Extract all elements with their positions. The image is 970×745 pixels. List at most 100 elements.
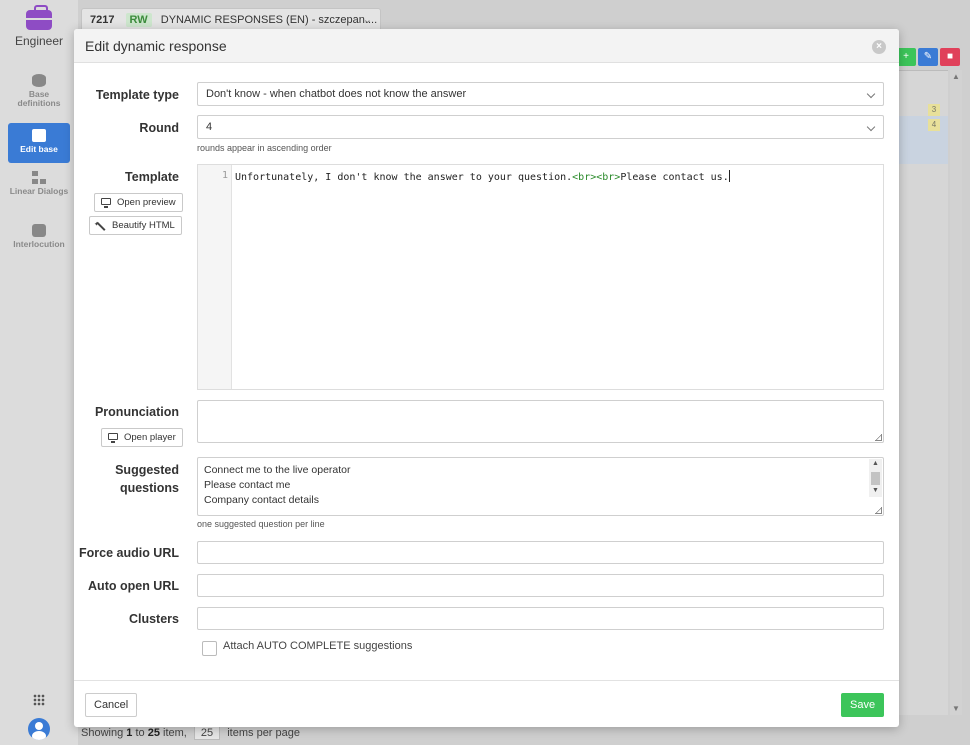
brand[interactable]: Engineer (0, 5, 78, 48)
app-sidebar: Engineer Base definitions Edit base Line… (0, 0, 78, 745)
brand-name: Engineer (14, 34, 64, 48)
table-row[interactable]: 4 (899, 116, 948, 164)
scroll-up-icon[interactable]: ▲ (952, 72, 960, 81)
line-number: 1 (221, 170, 228, 181)
magic-wand-icon (94, 217, 107, 234)
cancel-button[interactable]: Cancel (85, 693, 138, 717)
textarea-scrollbar[interactable]: ▲ ▼ (869, 459, 882, 497)
auto-open-url-label: Auto open URL (88, 579, 179, 593)
round-select[interactable]: 4 (197, 115, 884, 139)
pagination-to: 25 (147, 727, 160, 739)
user-avatar-icon[interactable] (28, 718, 50, 740)
beautify-html-label: Beautify HTML (112, 220, 175, 231)
open-preview-label: Open preview (117, 197, 176, 208)
round-badge: 4 (928, 119, 940, 131)
modal-footer: Cancel Save (74, 680, 899, 727)
template-type-select[interactable]: Don't know - when chatbot does not know … (197, 82, 884, 106)
background-table: 3 4 (899, 70, 948, 715)
table-icon (32, 129, 46, 142)
chevron-down-icon (866, 122, 876, 132)
suggested-questions-label: Suggested questions (115, 461, 179, 497)
sidebar-item-interlocution[interactable]: Interlocution (8, 224, 70, 264)
force-audio-url-input[interactable] (197, 541, 884, 564)
sidebar-item-label: Base definitions (17, 89, 61, 108)
scroll-down-icon[interactable]: ▼ (872, 487, 879, 494)
open-player-button[interactable]: Open player (101, 428, 183, 447)
chevron-down-icon: ⌄ (362, 14, 372, 26)
sidebar-item-base-definitions[interactable]: Base definitions (8, 74, 70, 114)
sidebar-item-label: Linear Dialogs (9, 186, 69, 196)
suggested-label-line2: questions (119, 481, 179, 495)
monitor-icon (101, 198, 111, 208)
suggested-question: Company contact details (204, 494, 319, 506)
pagination-prefix: Showing (81, 727, 124, 739)
resize-handle-icon[interactable] (875, 434, 882, 441)
apps-grid-icon[interactable] (33, 694, 45, 706)
template-label: Template (125, 170, 179, 184)
code-tail: Please contact us. (620, 172, 729, 183)
pagination: Showing 1 to 25 item, 25 items per page (81, 726, 300, 740)
beautify-html-button[interactable]: Beautify HTML (89, 216, 182, 235)
open-preview-button[interactable]: Open preview (94, 193, 183, 212)
pagination-suffix: item, (163, 727, 187, 739)
close-icon[interactable]: × (872, 40, 886, 54)
base-id: 7217 (90, 14, 115, 26)
sidebar-item-linear-dialogs[interactable]: Linear Dialogs (8, 171, 70, 211)
chat-bubble-icon (32, 224, 46, 237)
text-caret (728, 170, 730, 182)
autocomplete-checkbox[interactable] (202, 641, 217, 656)
per-page-label: items per page (227, 727, 300, 739)
chevron-down-icon (866, 89, 876, 99)
scroll-up-icon[interactable]: ▲ (872, 460, 879, 467)
html-tag: <br> (596, 172, 621, 183)
round-badge: 3 (928, 104, 940, 116)
sidebar-item-label: Edit base (20, 144, 58, 154)
html-tag: <br> (572, 172, 597, 183)
background-scrollbar[interactable]: ▲ ▼ (950, 70, 962, 715)
code-line: Unfortunately, I don't know the answer t… (235, 170, 730, 183)
flow-icon (32, 171, 46, 184)
access-badge: RW (125, 13, 152, 27)
background-toolbar: + ✎ ■ (894, 48, 960, 66)
open-player-label: Open player (124, 432, 176, 443)
database-icon (32, 74, 46, 87)
round-help-text: rounds appear in ascending order (197, 143, 332, 153)
save-button[interactable]: Save (841, 693, 885, 717)
suggested-questions-textarea[interactable]: Connect me to the live operator Please c… (197, 457, 884, 516)
add-icon[interactable]: + (896, 48, 916, 66)
line-gutter: 1 (198, 165, 232, 389)
delete-trash-icon[interactable]: ■ (940, 48, 960, 66)
modal-title: Edit dynamic response (85, 38, 227, 54)
force-audio-url-label: Force audio URL (78, 546, 179, 560)
edit-pencil-icon[interactable]: ✎ (918, 48, 938, 66)
suggested-help-text: one suggested question per line (197, 519, 325, 529)
round-value: 4 (206, 121, 213, 133)
pagination-to-word: to (135, 727, 145, 739)
auto-open-url-input[interactable] (197, 574, 884, 597)
sidebar-item-edit-base[interactable]: Edit base (8, 123, 70, 163)
scroll-thumb[interactable] (871, 472, 880, 485)
round-label: Round (139, 121, 179, 135)
autocomplete-label: Attach AUTO COMPLETE suggestions (223, 640, 413, 652)
toolbox-logo-icon (26, 5, 52, 30)
scroll-down-icon[interactable]: ▼ (952, 704, 960, 713)
code-text: Unfortunately, I don't know the answer t… (235, 172, 573, 183)
pagination-from: 1 (126, 727, 133, 739)
suggested-label-line1: Suggested (115, 463, 179, 477)
modal-header: Edit dynamic response × (74, 29, 899, 63)
pronunciation-label: Pronunciation (94, 405, 179, 419)
clusters-input[interactable] (197, 607, 884, 630)
suggested-question: Please contact me (204, 479, 291, 491)
suggested-question: Connect me to the live operator (204, 464, 351, 476)
monitor-icon (108, 433, 118, 443)
per-page-select[interactable]: 25 (193, 726, 221, 740)
template-code-editor[interactable]: 1 Unfortunately, I don't know the answer… (197, 164, 884, 390)
template-type-label: Template type (95, 88, 179, 102)
sidebar-item-label: Interlocution (13, 239, 65, 249)
edit-dynamic-response-modal: Edit dynamic response × Template type Do… (74, 29, 899, 727)
base-title: DYNAMIC RESPONSES (EN) - szczepan.... (160, 14, 378, 26)
pronunciation-textarea[interactable] (197, 400, 884, 443)
resize-handle-icon[interactable] (875, 507, 882, 514)
clusters-label: Clusters (128, 612, 179, 626)
template-type-value: Don't know - when chatbot does not know … (206, 88, 467, 100)
